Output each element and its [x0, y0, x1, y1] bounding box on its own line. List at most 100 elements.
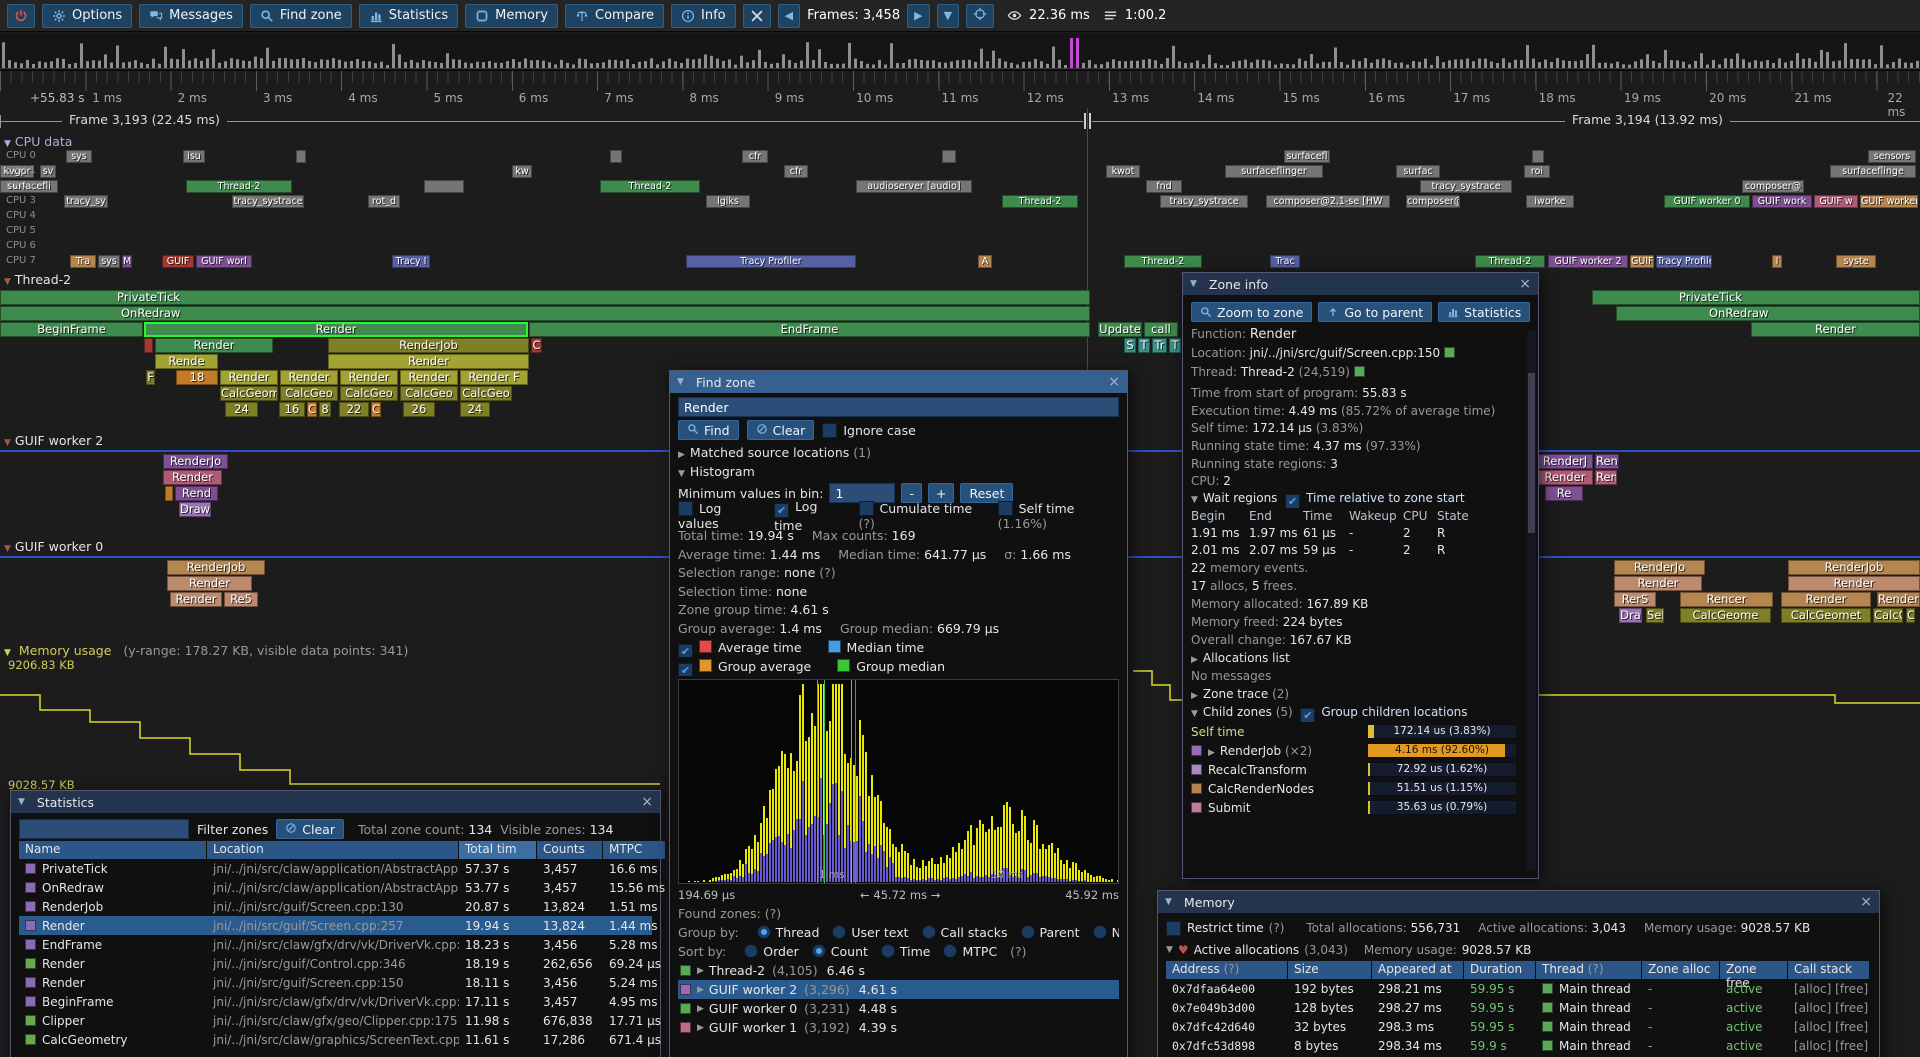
zone[interactable]: OnRedraw	[0, 306, 1090, 321]
collapse-icon[interactable]: ▼	[4, 139, 11, 149]
legend-checkbox[interactable]: ✔	[678, 644, 693, 657]
wait-column-begin[interactable]: Begin	[1191, 508, 1249, 525]
zone[interactable]: iworke	[1526, 195, 1574, 208]
zone[interactable]: CalcGeo	[1873, 608, 1903, 623]
time-relative-checkbox[interactable]: ✔	[1285, 494, 1300, 508]
sort-by-option-time[interactable]: Time	[881, 944, 931, 959]
radio-button[interactable]	[1093, 925, 1107, 939]
collapse-icon[interactable]: ▼	[4, 648, 11, 658]
button-go-to-parent[interactable]: Go to parent	[1318, 302, 1432, 322]
reset-button[interactable]: Reset	[960, 483, 1013, 503]
wait-regions-header[interactable]: ▼Wait regions ✔Time relative to zone sta…	[1191, 489, 1530, 508]
wait-column-cpu[interactable]: CPU	[1403, 508, 1437, 525]
wait-column-time[interactable]: Time	[1303, 508, 1349, 525]
column-header-counts[interactable]: Counts	[537, 841, 603, 859]
zone[interactable]: call	[1144, 322, 1178, 337]
zone[interactable]: Re	[1545, 486, 1583, 501]
zone[interactable]: 24	[460, 402, 490, 417]
guif-worker2-header[interactable]: ▼GUIF worker 2	[4, 433, 103, 449]
zone[interactable]: EndFrame	[529, 322, 1090, 337]
table-row[interactable]: EndFramejni/../jni/src/claw/gfx/drv/vk/D…	[19, 935, 652, 954]
zone[interactable]: composer@	[1742, 180, 1804, 193]
table-row[interactable]: Clipperjni/../jni/src/claw/gfx/geo/Clipp…	[19, 1011, 652, 1030]
zone[interactable]: Render	[400, 370, 458, 385]
sort-by-option-count[interactable]: Count	[812, 944, 868, 959]
zone[interactable]: T	[1169, 338, 1181, 353]
column-header-call-stack[interactable]: Call stack	[1788, 961, 1870, 979]
active-allocations-header[interactable]: ▼ ♥ Active allocations (3,043) Memory us…	[1166, 939, 1871, 961]
zone[interactable]: composer@2.1-se [HW	[1266, 195, 1390, 208]
checkbox-cumulate-time[interactable]	[859, 501, 874, 516]
zone[interactable]: Re5	[224, 592, 258, 607]
zone[interactable]: GUIF	[162, 255, 194, 268]
table-row[interactable]: CalcGeometryjni/../jni/src/claw/graphics…	[19, 1030, 652, 1049]
zone[interactable]: Rend	[175, 486, 218, 501]
zone[interactable]: Thread-2	[1124, 255, 1202, 268]
allocation-row[interactable]: 0x7dfc42d64032 bytes298.3 ms59.95 sMain …	[1166, 1017, 1871, 1036]
zone[interactable]: Dra	[1619, 608, 1642, 623]
histogram-plot[interactable]: 1 ms10 ms	[678, 679, 1119, 884]
zone[interactable]: GUIF worl	[196, 255, 252, 268]
toolbar-button-messages[interactable]: Messages	[139, 4, 243, 28]
radio-button[interactable]	[881, 944, 895, 958]
zone[interactable]: Tracy Profiler	[1656, 255, 1712, 268]
close-icon[interactable]: ×	[1108, 375, 1120, 389]
help-marker[interactable]: (?)	[815, 565, 835, 580]
zone[interactable]: C	[1906, 608, 1915, 623]
zone[interactable]: Render	[1614, 576, 1702, 591]
zone[interactable]	[942, 150, 956, 163]
focus-frame-button[interactable]	[966, 4, 994, 28]
zone[interactable]: kw	[512, 165, 532, 178]
column-header-zone-alloc[interactable]: Zone alloc	[1642, 961, 1720, 979]
filter-zones-input[interactable]	[19, 819, 189, 839]
zone[interactable]: CalcGeo	[340, 386, 398, 401]
toolbar-button-find-zone[interactable]: Find zone	[250, 4, 352, 28]
zone[interactable]: Render	[340, 370, 398, 385]
group-children-checkbox[interactable]: ✔	[1300, 708, 1315, 722]
collapse-icon[interactable]: ▼	[18, 797, 25, 807]
table-row[interactable]: PrivateTickjni/../jni/src/claw/applicati…	[19, 859, 652, 878]
expand-icon[interactable]: ▶	[697, 1023, 704, 1033]
zone[interactable]: Tr	[1152, 338, 1167, 353]
memory-usage-header[interactable]: ▼ Memory usage (y-range: 178.27 KB, visi…	[4, 643, 408, 659]
table-row[interactable]: OnRedrawjni/../jni/src/claw/application/…	[19, 878, 652, 897]
zone[interactable]: CalcGeome	[1680, 608, 1771, 623]
zone[interactable]: Tracy Profiler	[686, 255, 856, 268]
column-header-total-tim[interactable]: Total tim	[459, 841, 537, 859]
zone[interactable]: A	[978, 255, 992, 268]
next-frame-button[interactable]: ▶	[907, 4, 929, 28]
radio-button[interactable]	[744, 944, 758, 958]
zone[interactable]: OnRedraw	[1616, 306, 1920, 321]
zone[interactable]: fnd	[1146, 180, 1182, 193]
zone[interactable]: tracy_systrace	[1160, 195, 1248, 208]
zone[interactable]: GUIF w	[1630, 255, 1654, 268]
checkbox-log-values[interactable]	[678, 501, 693, 516]
zone[interactable]: sv	[40, 165, 56, 178]
zone[interactable]: M	[122, 255, 132, 268]
zone[interactable]: composer@	[1406, 195, 1460, 208]
zone[interactable]: CalcGeo	[400, 386, 458, 401]
zone[interactable]: Tracy I	[392, 255, 430, 268]
close-icon[interactable]: ×	[1519, 277, 1531, 291]
zone[interactable]: C	[371, 402, 381, 417]
zone[interactable]: RenderJob	[1788, 560, 1920, 575]
zone[interactable]: Render	[1537, 470, 1593, 485]
checkbox-log-time[interactable]: ✔	[774, 503, 789, 518]
sort-by-option-mtpc[interactable]: MTPC	[943, 944, 997, 959]
collapse-icon[interactable]: ▼	[4, 544, 11, 554]
zone[interactable]: CalcGeomet	[1781, 608, 1871, 623]
zone[interactable]: Thread-2	[1475, 255, 1545, 268]
child-zone-row[interactable]: RecalcTransform72.92 us (1.62%)	[1191, 760, 1530, 779]
zone[interactable]: tracy_systrace	[232, 195, 304, 208]
zone[interactable]: Sel	[1646, 608, 1664, 623]
collapse-icon[interactable]: ▼	[1190, 279, 1197, 289]
legend-checkbox[interactable]: ✔	[678, 663, 693, 676]
zone[interactable]: Update	[1098, 322, 1142, 337]
table-row[interactable]: RenderJobjni/../jni/src/guif/Screen.cpp:…	[19, 897, 652, 916]
zone[interactable]	[165, 486, 173, 501]
expand-icon[interactable]: ▶	[1208, 748, 1215, 758]
scrollbar-thumb[interactable]	[1528, 373, 1535, 533]
toolbar-button-compare[interactable]: Compare	[565, 4, 664, 28]
goto-frame-button[interactable]: ▼	[937, 4, 959, 28]
call-stack-cell[interactable]: [alloc] [free]	[1788, 1020, 1870, 1034]
